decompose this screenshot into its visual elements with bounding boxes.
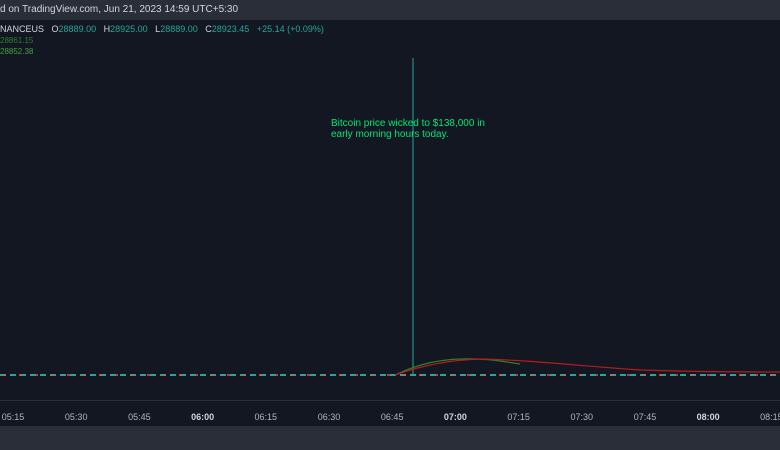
time-axis-tick: 05:45 [128,412,151,422]
moving-average-red-curve [394,358,780,376]
time-axis-tick: 05:15 [1,412,25,422]
time-axis-tick: 06:30 [317,412,341,422]
time-axis-tick: 06:15 [254,412,278,422]
time-axis-tick: 08:00 [696,412,720,422]
time-axis-tick: 07:00 [443,412,467,422]
time-axis-tick: 06:00 [191,412,215,422]
time-axis-tick: 08:15 [760,412,780,422]
time-axis-tick: 07:30 [570,412,594,422]
chart-annotation-text[interactable]: Bitcoin price wicked to $138,000 in earl… [331,118,506,140]
time-axis-tick: 07:15 [507,412,530,422]
price-chart[interactable] [0,0,780,400]
moving-average-green-curve [394,358,521,376]
time-axis-tick: 06:45 [380,412,404,422]
time-axis-tick: 07:45 [633,412,657,422]
bottom-toolbar [0,426,780,450]
time-axis-tick: 05:30 [64,412,88,422]
